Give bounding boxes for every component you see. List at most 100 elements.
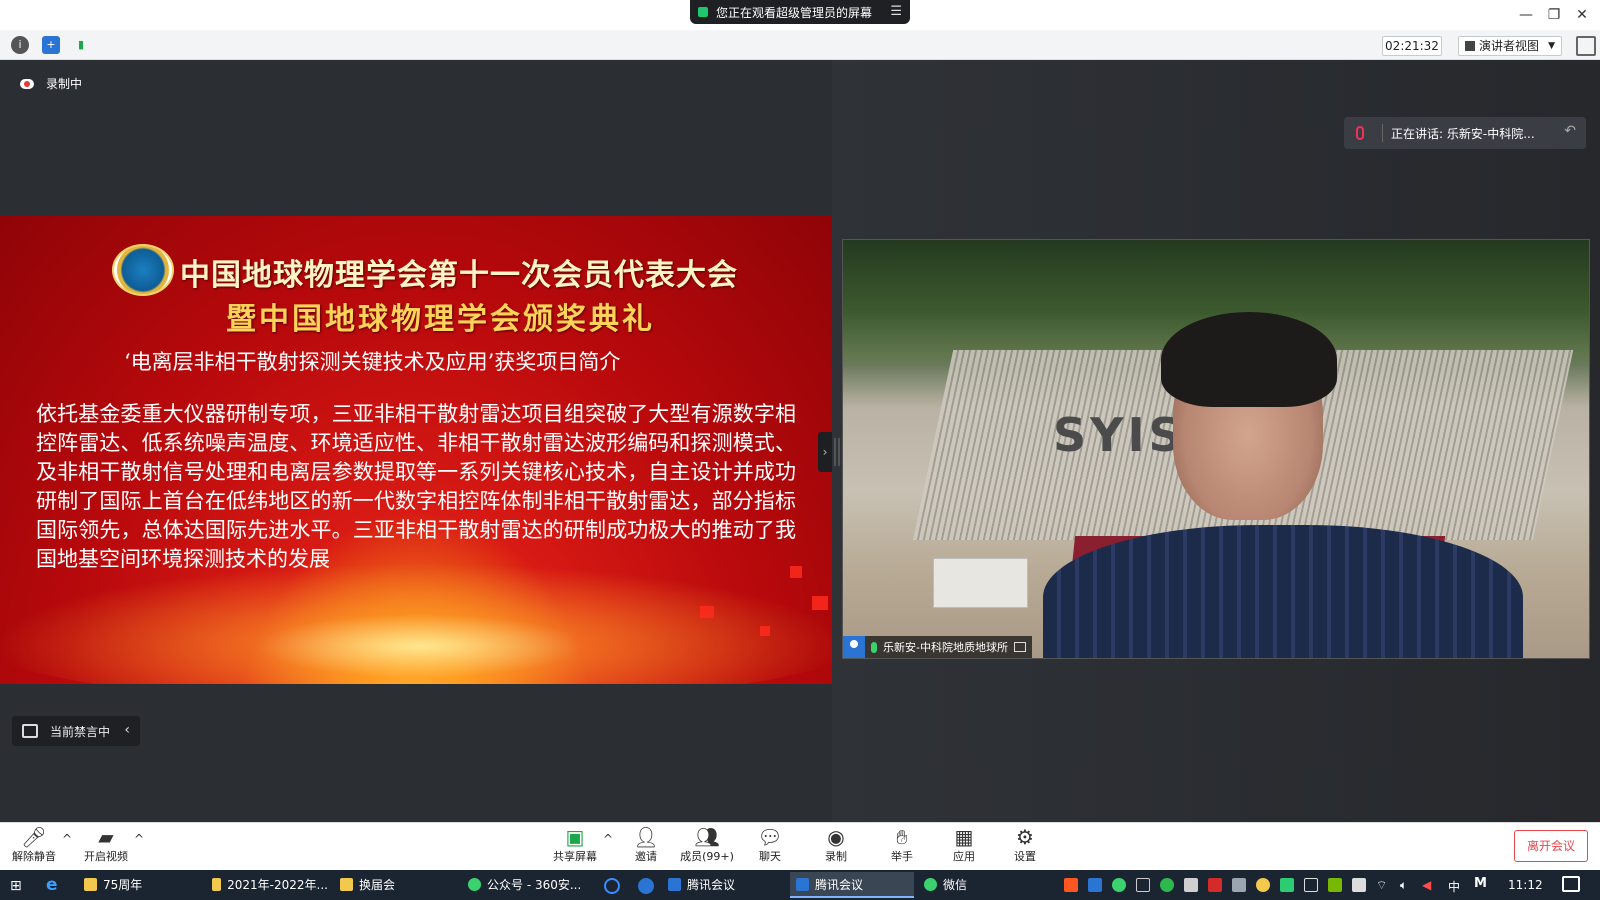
recording-label: 录制中 xyxy=(46,77,83,91)
browser-360-icon xyxy=(468,877,481,891)
audio-options-chevron-icon[interactable]: ^ xyxy=(62,832,72,846)
tray-network-icon[interactable] xyxy=(1184,878,1198,892)
tray-window-icon[interactable] xyxy=(1136,878,1150,892)
ime-mode-icon[interactable]: M xyxy=(1474,876,1487,891)
minimize-icon[interactable]: — xyxy=(1514,4,1538,26)
splitter-handle[interactable] xyxy=(834,438,840,466)
share-screen-button[interactable]: ▣ 共享屏幕 xyxy=(545,824,605,868)
taskbar-item-tencent-meeting-active[interactable]: 腾讯会议 xyxy=(790,872,914,898)
edge-browser-icon[interactable]: e xyxy=(46,876,64,894)
invite-button[interactable]: 👤︎ 邀请 xyxy=(616,824,676,868)
society-emblem xyxy=(112,244,174,296)
info-icon[interactable]: i xyxy=(11,36,29,54)
muted-mic-icon[interactable]: ◀ xyxy=(1422,878,1436,892)
tray-pdf-icon[interactable] xyxy=(1208,878,1222,892)
app-icon[interactable] xyxy=(604,878,620,894)
settings-button[interactable]: ⚙ 设置 xyxy=(995,824,1055,868)
shield-icon[interactable]: + xyxy=(42,36,60,54)
taskbar-item-folder-2021[interactable]: 2021年-2022年... xyxy=(206,872,328,898)
share-options-chevron-icon[interactable]: ^ xyxy=(603,832,613,846)
tray-security-icon[interactable] xyxy=(1280,878,1294,892)
tray-battery-icon[interactable] xyxy=(1352,878,1366,892)
record-icon: ◉ xyxy=(827,825,845,849)
meeting-timer: 02:21:32 xyxy=(1382,36,1442,56)
back-arrow-icon[interactable]: ↶ xyxy=(1564,123,1576,139)
meeting-toolbar xyxy=(0,822,1600,870)
wechat-icon xyxy=(924,877,937,891)
taskbar-item-360-browser[interactable]: 公众号 - 360安... xyxy=(462,872,588,898)
mute-status-pill[interactable]: 当前禁言中 ‹ xyxy=(12,716,140,746)
tray-app-icon[interactable] xyxy=(1064,878,1078,892)
share-screen-icon: ▣ xyxy=(565,825,585,849)
muted-chat-icon xyxy=(22,724,38,738)
tray-keyboard-icon[interactable] xyxy=(1232,878,1246,892)
now-speaking-label: 正在讲话: 乐新安-中科院... xyxy=(1391,126,1535,141)
slide-subtitle: ‘电离层非相干散射探测关键技术及应用’获奖项目简介 xyxy=(124,350,621,374)
tray-display-icon[interactable] xyxy=(1304,878,1318,892)
tray-wechat-icon[interactable] xyxy=(1160,878,1174,892)
apps-button[interactable]: ▦ 应用 xyxy=(934,824,994,868)
chevron-down-icon: ▼ xyxy=(1548,41,1555,51)
participant-name-tag: 乐新安-中科院地质地球所 xyxy=(843,636,1032,658)
tray-360-icon[interactable] xyxy=(1112,878,1126,892)
chevron-left-icon[interactable]: ‹ xyxy=(124,722,130,738)
now-speaking-banner: 正在讲话: 乐新安-中科院... ↶ xyxy=(1344,117,1586,149)
system-clock[interactable]: 11:12 xyxy=(1508,878,1543,892)
menu-icon[interactable]: ☰ xyxy=(890,4,902,19)
folder-icon xyxy=(212,877,222,891)
windows-start-icon[interactable]: ⊞ xyxy=(10,878,26,894)
view-mode-label: 演讲者视图 xyxy=(1479,39,1540,53)
volume-icon[interactable]: 🔈︎ xyxy=(1400,878,1414,892)
tray-chat-icon[interactable] xyxy=(1256,878,1270,892)
signal-icon[interactable]: ▮ xyxy=(72,36,90,54)
slide-title-secondary: 暨中国地球物理学会颁奖典礼 xyxy=(226,302,655,337)
taskbar-item-folder-75[interactable]: 75周年 xyxy=(78,872,200,898)
record-button[interactable]: ◉ 录制 xyxy=(806,824,866,868)
folder-icon xyxy=(84,877,97,891)
screen-icon xyxy=(1013,642,1026,652)
apps-grid-icon: ▦ xyxy=(954,825,974,849)
taskbar-item-wechat[interactable]: 微信 xyxy=(918,872,1042,898)
folder-icon xyxy=(340,877,353,891)
taskbar-item-folder-election[interactable]: 换届会 xyxy=(334,872,456,898)
microphone-icon xyxy=(871,641,877,653)
tencent-meeting-icon xyxy=(668,877,681,891)
restore-icon[interactable]: ❐ xyxy=(1542,4,1566,26)
sharing-banner-text: 您正在观看超级管理员的屏幕 xyxy=(716,5,873,20)
participant-video-tile[interactable]: SYIS 乐新安-中科院地质地球所 xyxy=(842,239,1590,659)
tray-nvidia-icon[interactable] xyxy=(1328,878,1342,892)
leave-meeting-button[interactable]: 离开会议 xyxy=(1514,830,1588,862)
view-mode-select[interactable]: 演讲者视图 ▼ xyxy=(1458,36,1562,56)
fullscreen-icon[interactable] xyxy=(1576,36,1596,56)
slide-body-text: 依托基金委重大仪器研制专项，三亚非相干散射雷达项目组突破了大型有源数字相控阵雷达… xyxy=(36,402,796,571)
members-button[interactable]: 👥︎ 成员(99+) xyxy=(677,824,737,868)
chat-button[interactable]: 💬︎ 聊天 xyxy=(740,824,800,868)
wifi-icon[interactable]: ⌔ xyxy=(1376,878,1390,892)
user-icon xyxy=(843,636,865,658)
close-icon[interactable]: ✕ xyxy=(1570,4,1594,26)
taskbar-item-tencent-meeting[interactable]: 腾讯会议 xyxy=(662,872,786,898)
mute-status-label: 当前禁言中 xyxy=(50,724,111,739)
meeting-info-bar xyxy=(0,30,1600,60)
camera-off-icon: ▰ xyxy=(98,825,114,849)
radar-array-lettering: SYIS xyxy=(1053,408,1186,462)
recording-indicator: 录制中 xyxy=(20,75,82,92)
microphone-icon xyxy=(1356,126,1364,140)
raise-hand-button[interactable]: ✋︎ 举手 xyxy=(872,824,932,868)
start-video-button[interactable]: ▰ 开启视频 xyxy=(76,824,136,868)
unmute-button[interactable]: 🎤︎ 解除静音 xyxy=(4,824,64,868)
ime-indicator[interactable]: 中 xyxy=(1448,878,1460,895)
notification-icon[interactable] xyxy=(1562,876,1580,892)
collapse-panel-arrow-icon[interactable]: › xyxy=(818,432,832,472)
gear-icon: ⚙ xyxy=(1016,825,1034,849)
layout-icon xyxy=(1465,41,1475,51)
video-options-chevron-icon[interactable]: ^ xyxy=(134,832,144,846)
cloud-record-icon xyxy=(20,78,34,89)
screen-sharing-banner[interactable]: 您正在观看超级管理员的屏幕 ☰ xyxy=(690,0,910,24)
chat-icon: 💬︎ xyxy=(757,825,783,849)
add-user-icon: 👤︎ xyxy=(633,825,659,849)
app-icon[interactable] xyxy=(638,878,654,894)
tray-meeting-icon[interactable] xyxy=(1088,878,1102,892)
slide-title: 中国地球物理学会第十一次会员代表大会 xyxy=(180,258,738,293)
presentation-slide: 中国地球物理学会第十一次会员代表大会 暨中国地球物理学会颁奖典礼 ‘电离层非相干… xyxy=(0,216,832,684)
